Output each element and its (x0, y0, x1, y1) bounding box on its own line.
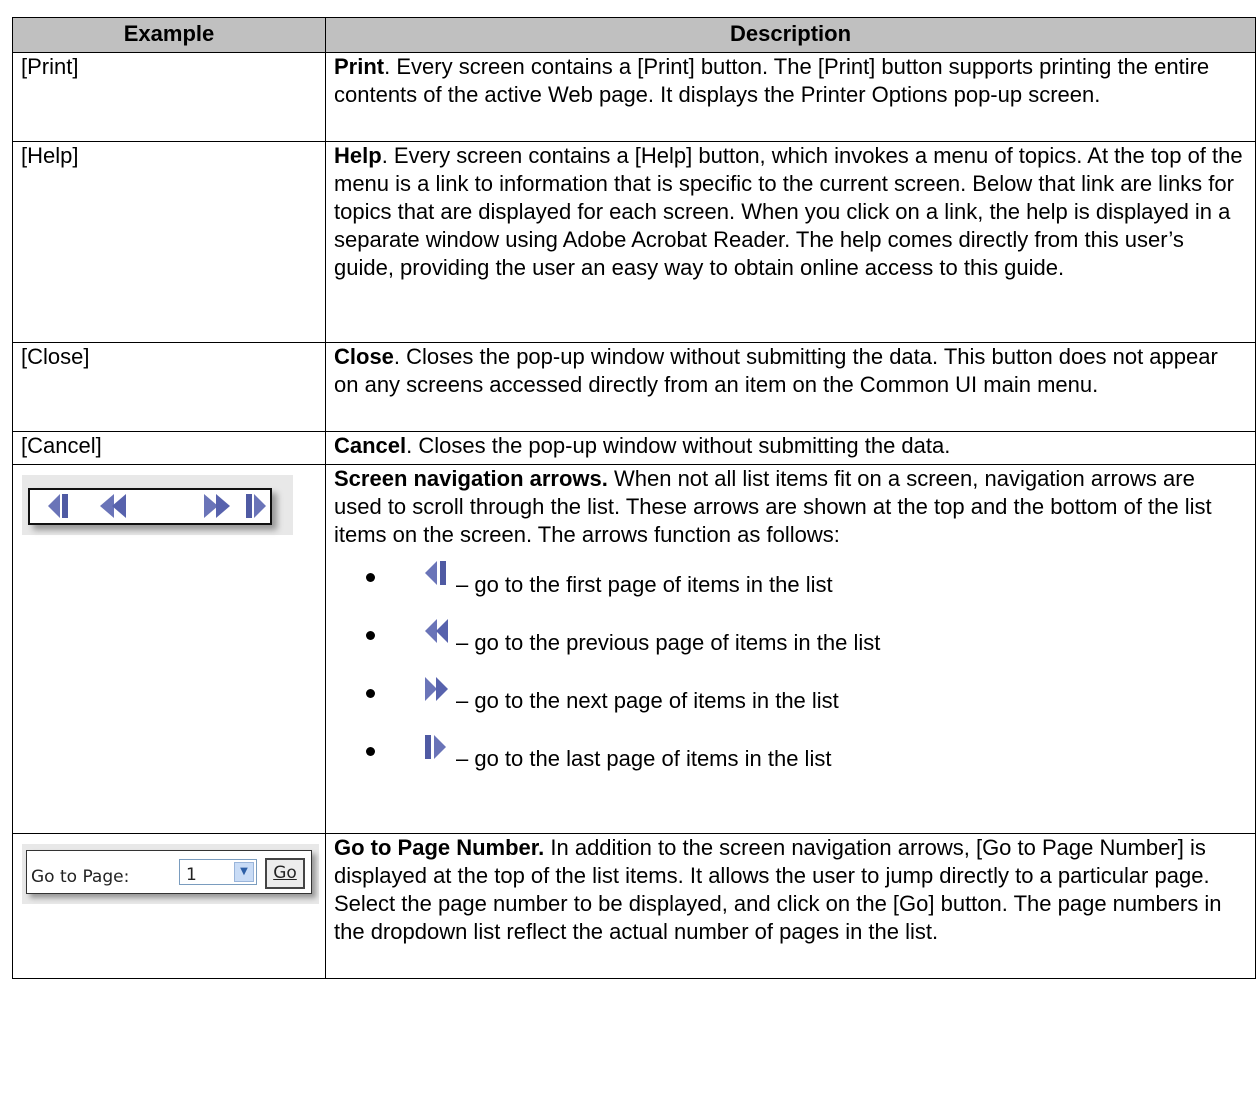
example-cell: [Print] (12, 52, 326, 142)
navigation-arrows-graphic (48, 494, 266, 518)
table-row: [Close] Close. Closes the pop-up window … (12, 342, 1256, 432)
navigation-arrows-image (22, 475, 293, 535)
list-item: – go to the next page of items in the li… (366, 675, 1247, 715)
description-cell: Close. Closes the pop-up window without … (325, 342, 1256, 432)
description-cell: Cancel. Closes the pop-up window without… (325, 431, 1256, 465)
go-to-page-label: Go to Page: (31, 867, 130, 887)
header-example: Example (12, 17, 326, 53)
previous-page-icon (425, 619, 448, 643)
page-number-select[interactable]: 1 ▼ (179, 859, 257, 885)
bullet-text: – go to the next page of items in the li… (456, 688, 839, 713)
navigation-arrows-strip (28, 488, 272, 525)
bullet-icon (366, 689, 375, 698)
term-title: Screen navigation arrows. (334, 466, 608, 491)
example-cell (12, 464, 326, 834)
table-row: [Help] Help. Every screen contains a [He… (12, 141, 1256, 343)
example-cell: [Cancel] (12, 431, 326, 465)
arrow-bullet-list: – go to the first page of items in the l… (334, 559, 1247, 773)
description-cell: Go to Page Number. In addition to the sc… (325, 833, 1256, 979)
table-header-row: Example Description (12, 17, 1256, 53)
last-page-arrow-icon (254, 494, 266, 518)
reference-table: Example Description [Print] Print. Every… (12, 17, 1256, 979)
table-row: [Print] Print. Every screen contains a [… (12, 52, 1256, 142)
first-page-icon (425, 561, 446, 585)
first-page-bar-icon (62, 494, 68, 518)
next-page-icon (425, 677, 448, 701)
example-cell: [Close] (12, 342, 326, 432)
last-page-bar-icon (246, 494, 252, 518)
term-text: . Closes the pop-up window without submi… (406, 433, 951, 458)
list-item: – go to the last page of items in the li… (366, 733, 1247, 773)
bullet-text: – go to the last page of items in the li… (456, 746, 832, 771)
chevron-down-icon[interactable]: ▼ (234, 862, 254, 882)
next-page-arrow-icon (204, 494, 218, 518)
bullet-icon (366, 631, 375, 640)
term-text: . Closes the pop-up window without submi… (334, 344, 1218, 397)
go-button[interactable]: Go (265, 858, 305, 889)
list-item: – go to the previous page of items in th… (366, 617, 1247, 657)
table-row: Screen navigation arrows. When not all l… (12, 464, 1256, 834)
description-cell: Print. Every screen contains a [Print] b… (325, 52, 1256, 142)
bullet-text: – go to the first page of items in the l… (456, 572, 833, 597)
go-to-page-widget: Go to Page: 1 ▼ Go (26, 850, 312, 894)
bullet-icon (366, 747, 375, 756)
previous-page-arrow-icon (100, 494, 114, 518)
page-number-value: 1 (186, 865, 197, 885)
term-title: Close (334, 344, 394, 369)
term-title: Go to Page Number. (334, 835, 545, 860)
term-text: . Every screen contains a [Help] button,… (334, 143, 1243, 280)
last-page-icon (425, 735, 446, 759)
header-description: Description (325, 17, 1256, 53)
term-text: . Every screen contains a [Print] button… (334, 54, 1210, 107)
term-title: Help (334, 143, 382, 168)
term-title: Cancel (334, 433, 407, 458)
list-item: – go to the first page of items in the l… (366, 559, 1247, 599)
table-row: [Cancel] Cancel. Closes the pop-up windo… (12, 431, 1256, 465)
bullet-icon (366, 573, 375, 582)
bullet-text: – go to the previous page of items in th… (456, 630, 881, 655)
go-to-page-image: Go to Page: 1 ▼ Go (22, 844, 319, 904)
example-cell: [Help] (12, 141, 326, 343)
example-cell: Go to Page: 1 ▼ Go (12, 833, 326, 979)
first-page-arrow-icon (48, 494, 60, 518)
description-cell: Screen navigation arrows. When not all l… (325, 464, 1256, 834)
description-cell: Help. Every screen contains a [Help] but… (325, 141, 1256, 343)
table-row: Go to Page: 1 ▼ Go Go to Page Number. In… (12, 833, 1256, 979)
term-title: Print (334, 54, 385, 79)
